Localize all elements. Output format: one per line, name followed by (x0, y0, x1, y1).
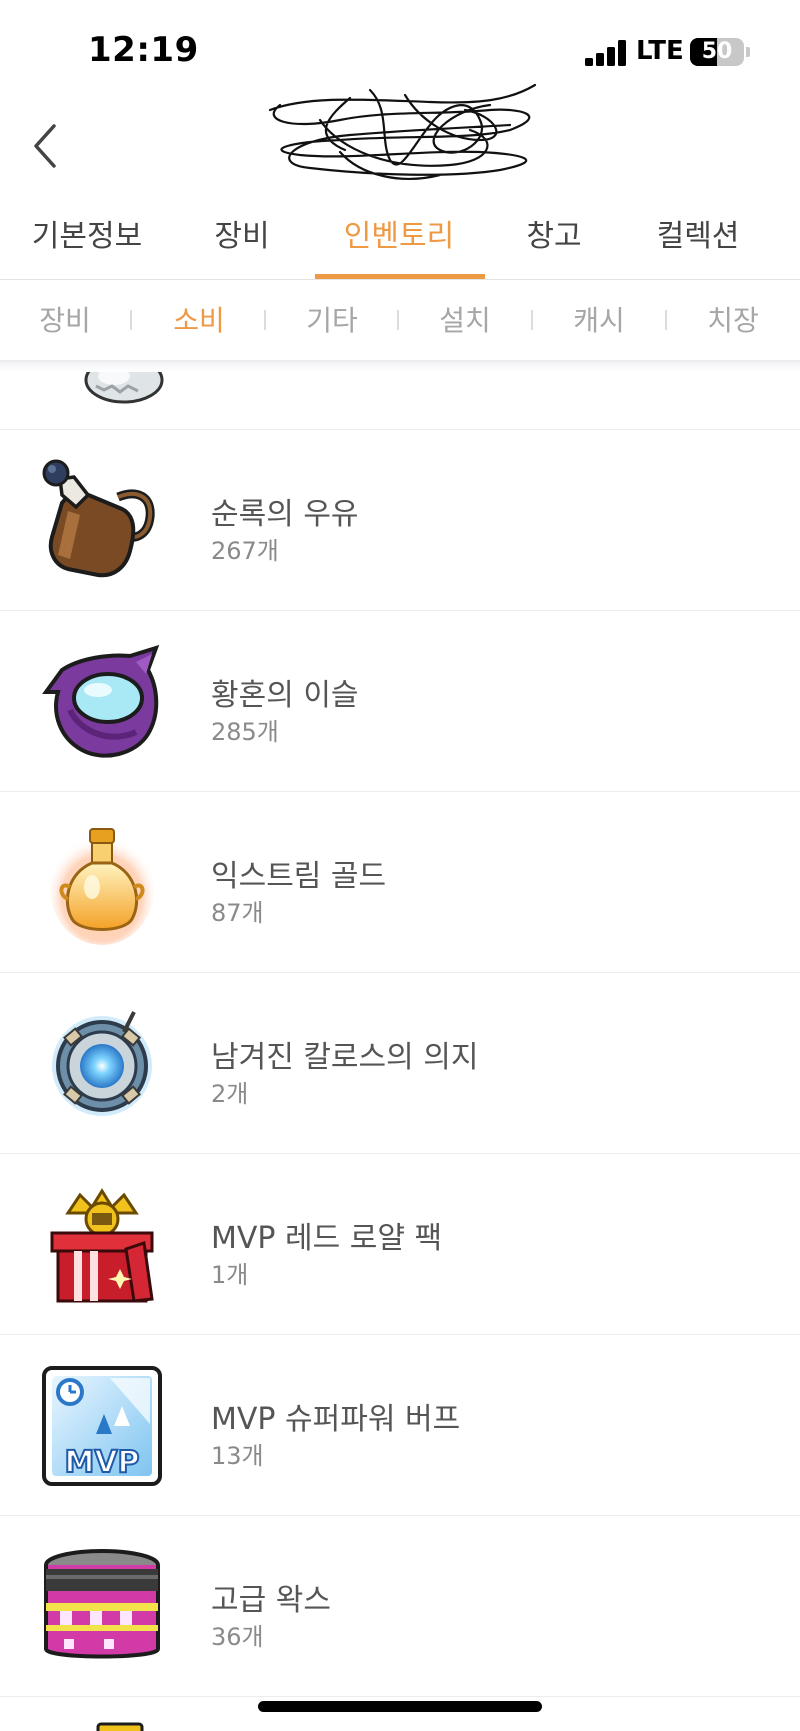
list-item[interactable]: MVP 레드 로얄 팩 1개 (0, 1155, 800, 1335)
item-count: 13개 (211, 1442, 264, 1470)
item-count: 87개 (211, 899, 264, 927)
list-item[interactable]: 남겨진 칼로스의 의지 2개 (0, 974, 800, 1154)
list-item[interactable]: 순록의 우유 267개 (0, 431, 800, 611)
tab-collection[interactable]: 컬렉션 (640, 200, 756, 280)
item-count: 2개 (211, 1080, 249, 1108)
item-count: 285개 (211, 718, 279, 746)
subtab-divider (264, 310, 266, 330)
subtab-divider (665, 310, 667, 330)
svg-text:MVP: MVP (64, 1445, 139, 1480)
mvp-buff-icon: MVP (42, 1366, 162, 1486)
item-icon-partial (84, 372, 164, 404)
milk-jug-icon (42, 459, 155, 578)
battery-cap (746, 47, 750, 57)
inventory-screen: 12:19 LTE 50 기본정보 장비 인벤토리 창고 컬렉션 장비 소비 기… (0, 0, 800, 1731)
subtab-divider (531, 310, 533, 330)
item-name: 익스트림 골드 (211, 859, 387, 894)
status-time: 12:19 (88, 30, 199, 70)
battery-icon: 50 (690, 38, 744, 66)
subtab-divider (130, 310, 132, 330)
purple-dew-icon (42, 644, 160, 758)
subtab-install[interactable]: 설치 (424, 282, 506, 362)
chevron-left-icon (34, 124, 56, 168)
item-count: 36개 (211, 1623, 264, 1651)
tab-basic-info[interactable]: 기본정보 (22, 200, 152, 280)
network-label: LTE (636, 36, 684, 66)
gold-potion-icon (50, 828, 154, 945)
wax-can-icon (44, 1549, 160, 1659)
list-item[interactable]: 고급 왁스 36개 (0, 1517, 800, 1697)
home-indicator[interactable] (258, 1701, 542, 1712)
active-tab-indicator (315, 274, 485, 279)
list-item[interactable]: 익스트림 골드 87개 (0, 793, 800, 973)
tab-storage[interactable]: 창고 (506, 200, 602, 280)
item-name: 황혼의 이슬 (211, 678, 359, 713)
sub-tab-bar: 장비 소비 기타 설치 캐시 치장 (0, 282, 800, 362)
battery-level: 50 (701, 39, 733, 64)
main-tab-bar: 기본정보 장비 인벤토리 창고 컬렉션 (0, 200, 800, 280)
subtab-cash[interactable]: 캐시 (558, 282, 640, 362)
tab-inventory[interactable]: 인벤토리 (322, 200, 476, 280)
list-item[interactable]: MVP MVP 슈퍼파워 버프 13개 (0, 1336, 800, 1516)
item-name: MVP 레드 로얄 팩 (211, 1221, 443, 1256)
signal-icon (585, 40, 627, 66)
subtab-cosmetic[interactable]: 치장 (692, 282, 774, 362)
back-button[interactable] (24, 118, 68, 174)
subtab-etc[interactable]: 기타 (291, 282, 373, 362)
item-name: 고급 왁스 (211, 1583, 331, 1618)
subtab-divider (397, 310, 399, 330)
item-name: 순록의 우유 (211, 497, 359, 532)
item-name: 남겨진 칼로스의 의지 (211, 1040, 479, 1075)
red-royal-gift-icon (50, 1188, 154, 1303)
scribbled-title (268, 83, 537, 180)
subtab-equipment[interactable]: 장비 (24, 282, 106, 362)
tab-equipment[interactable]: 장비 (190, 200, 294, 280)
item-count: 1개 (211, 1261, 249, 1289)
item-count: 267개 (211, 537, 279, 565)
list-item[interactable]: 황혼의 이슬 285개 (0, 612, 800, 792)
list-item-partial[interactable] (0, 372, 800, 430)
item-name: MVP 슈퍼파워 버프 (211, 1402, 461, 1437)
kalos-orb-icon (52, 1011, 152, 1116)
subtab-shadow (0, 362, 800, 372)
subtab-consumable[interactable]: 소비 (158, 282, 240, 362)
